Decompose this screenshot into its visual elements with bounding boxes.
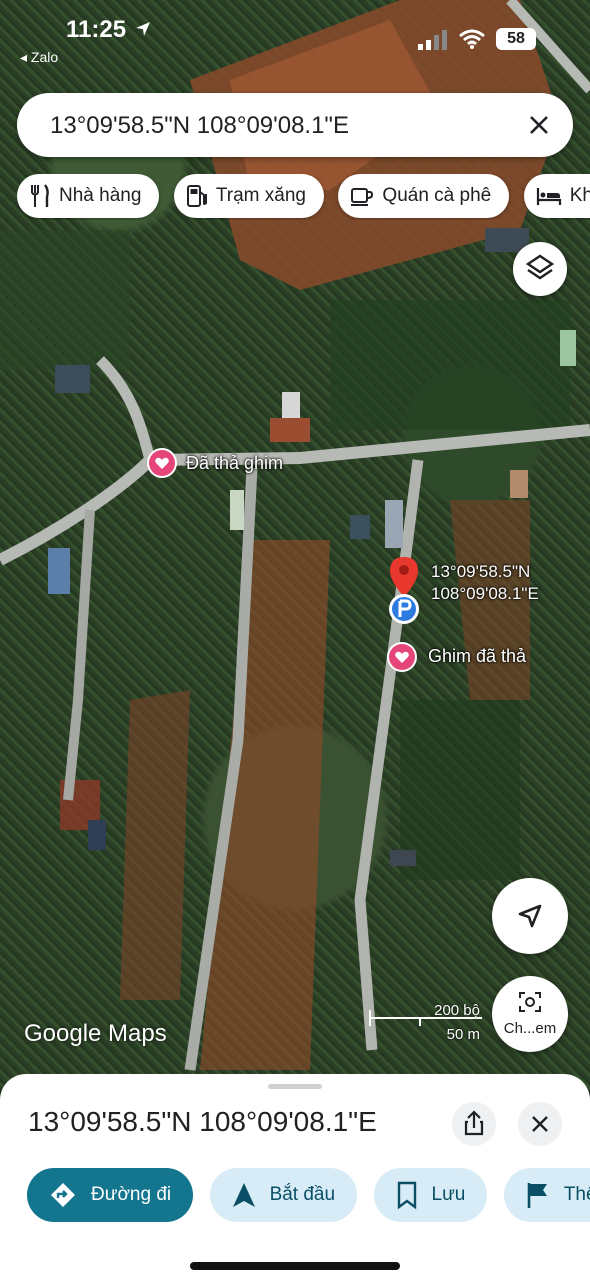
coord-line-lng: 108°09'08.1"E <box>431 584 539 603</box>
layers-button[interactable] <box>513 242 567 296</box>
add-label-button[interactable]: Thê <box>503 1168 590 1222</box>
layers-icon <box>525 254 555 280</box>
chip-label: Nhà hàng <box>59 185 142 206</box>
fork-knife-icon <box>31 184 49 207</box>
scale-label-feet: 200 bộ <box>434 1002 480 1019</box>
coord-line-lat: 13°09'58.5"N <box>431 562 531 581</box>
dropped-pin-coordinates: 13°09'58.5"N 108°09'08.1"E <box>431 561 539 605</box>
start-button[interactable]: Bắt đầu <box>209 1168 358 1222</box>
search-bar[interactable]: 13°09'58.5"N 108°09'08.1"E <box>17 93 573 157</box>
screen-capture-button[interactable]: Ch...em <box>492 976 568 1052</box>
category-chips: Nhà hàng Trạm xăng Quán cà phê Kh <box>17 174 590 220</box>
battery-indicator: 58 <box>496 28 536 50</box>
navigation-arrow-icon <box>232 1183 255 1207</box>
saved-pin-marker[interactable] <box>387 642 417 672</box>
directions-icon <box>51 1183 75 1207</box>
camera-scan-icon <box>519 992 541 1012</box>
chip-label: Quán cà phê <box>382 185 492 206</box>
heart-icon <box>149 450 175 476</box>
close-sheet-button[interactable] <box>518 1102 562 1146</box>
navigation-arrow-icon <box>518 904 542 928</box>
pin-label-bottom[interactable]: Ghim đã thả <box>428 646 526 667</box>
action-label: Lưu <box>431 1184 466 1205</box>
chip-label: Trạm xăng <box>215 185 306 206</box>
gas-station-icon <box>186 185 207 207</box>
drag-handle[interactable] <box>268 1084 322 1089</box>
map-scale: 200 bộ 50 m <box>368 1000 484 1048</box>
close-icon[interactable] <box>521 107 557 143</box>
share-icon <box>464 1110 484 1136</box>
signal-icon <box>418 30 447 50</box>
action-buttons: Đường đi Bắt đầu Lưu Thê <box>27 1168 590 1222</box>
status-bar: 11:25 ◂ Zalo 58 <box>0 0 590 80</box>
action-label: Bắt đầu <box>269 1184 336 1205</box>
home-indicator[interactable] <box>190 1262 400 1270</box>
directions-button[interactable]: Đường đi <box>27 1168 194 1222</box>
bookmark-icon <box>397 1181 416 1209</box>
wifi-icon <box>459 29 485 49</box>
place-bottom-sheet[interactable]: 13°09'58.5"N 108°09'08.1"E Đường đi Bắt … <box>0 1074 590 1280</box>
screen-button-label: Ch...em <box>503 1020 557 1037</box>
close-icon <box>532 1116 548 1132</box>
flag-icon <box>527 1183 547 1208</box>
back-to-app-link[interactable]: ◂ Zalo <box>20 49 58 66</box>
action-label: Thê <box>563 1184 590 1205</box>
my-location-button[interactable] <box>492 878 568 954</box>
hotel-bed-icon <box>536 188 561 205</box>
parking-marker-icon[interactable] <box>387 592 421 626</box>
google-maps-logo: Google Maps <box>24 1020 167 1047</box>
saved-pin-marker[interactable] <box>147 448 177 478</box>
heart-icon <box>389 644 415 670</box>
save-button[interactable]: Lưu <box>373 1168 488 1222</box>
chip-hotels[interactable]: Kh <box>523 174 590 218</box>
location-arrow-icon <box>136 22 150 36</box>
place-title: 13°09'58.5"N 108°09'08.1"E <box>28 1106 377 1137</box>
chip-coffee[interactable]: Quán cà phê <box>338 174 510 218</box>
search-input[interactable]: 13°09'58.5"N 108°09'08.1"E <box>50 112 349 140</box>
coffee-cup-icon <box>351 188 374 206</box>
scale-label-meters: 50 m <box>446 1026 480 1043</box>
share-button[interactable] <box>452 1102 496 1146</box>
chip-label: Kh <box>569 185 590 206</box>
clock-time: 11:25 <box>66 16 127 43</box>
pin-label-top[interactable]: Đã thả ghim <box>186 453 283 474</box>
chip-restaurants[interactable]: Nhà hàng <box>17 174 160 218</box>
chip-gas-stations[interactable]: Trạm xăng <box>173 174 324 218</box>
action-label: Đường đi <box>91 1184 172 1205</box>
